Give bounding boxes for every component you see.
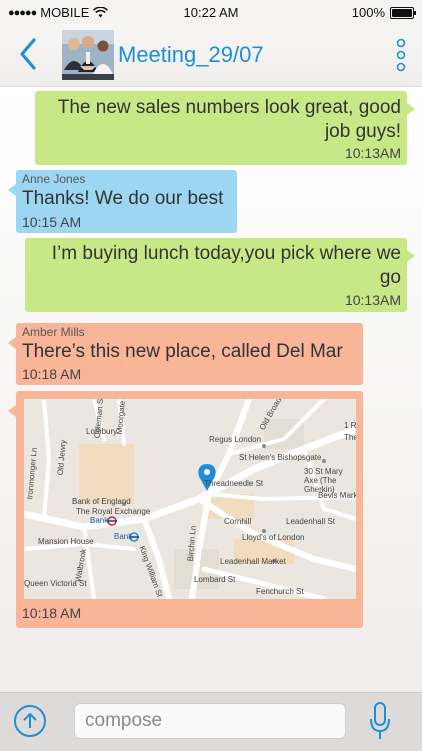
message-time: 10:13AM	[344, 292, 401, 308]
battery-icon	[390, 6, 416, 19]
map-label: Regus London	[209, 435, 262, 444]
message-sender: Amber Mills	[22, 325, 85, 339]
map-label: Leadenhall St	[286, 517, 335, 526]
map-label: The	[344, 433, 356, 442]
status-bar: ●●●●● MOBILE 10:22 AM 100%	[0, 0, 422, 24]
message-outgoing[interactable]: I’m buying lunch today,you pick where we…	[25, 238, 415, 312]
message-time: 10:13AM	[344, 145, 401, 161]
microphone-icon[interactable]	[368, 701, 392, 743]
map-label: Threadneedle St	[204, 479, 264, 488]
vertical-dots-icon[interactable]	[394, 38, 408, 72]
battery-percent: 100%	[351, 5, 385, 20]
map-label: Bank	[114, 532, 133, 541]
message-text: There’s this new place, called Del Mar	[22, 341, 343, 362]
compose-input[interactable]	[74, 703, 346, 739]
map-label: Mansion House	[38, 537, 94, 546]
group-photo-icon	[62, 30, 114, 80]
map-label: Lloyd's of London	[242, 533, 305, 542]
message-text: I’m buying lunch today,you pick where we…	[51, 243, 401, 288]
message-list[interactable]: The new sales numbers look great, good j…	[0, 87, 422, 692]
message-time: 10:18 AM	[22, 366, 82, 382]
location-map[interactable]: Lothbury Bank of England The Royal Excha…	[24, 399, 356, 599]
message-outgoing[interactable]: The new sales numbers look great, good j…	[35, 91, 415, 165]
map-label: Fenchurch St	[256, 587, 304, 596]
message-sender: Anne Jones	[22, 172, 86, 186]
map-label: Bank of England	[72, 497, 131, 506]
message-location[interactable]: Lothbury Bank of England The Royal Excha…	[8, 391, 363, 628]
map-label: St Helen's Bishopsgate	[239, 453, 322, 462]
map-label: The Royal Exchange	[76, 507, 151, 516]
map-label: Cornhill	[224, 517, 252, 526]
chevron-left-icon[interactable]	[14, 36, 44, 72]
map-label: Queen Victoria St	[24, 579, 87, 588]
map-label: Bank	[90, 516, 109, 525]
compose-bar	[0, 692, 422, 751]
map-label: Leadenhall Market	[220, 557, 286, 566]
map-label: Bevis Marks	[318, 491, 356, 500]
message-incoming[interactable]: Anne Jones Thanks! We do our best 10:15 …	[8, 170, 237, 233]
message-text: Thanks! We do our best	[22, 188, 224, 209]
message-text: The new sales numbers look great, good j…	[57, 97, 401, 142]
conversation-title[interactable]: Meeting_29/07	[118, 42, 264, 68]
arrow-up-glyph	[23, 712, 37, 728]
map-label: 30 St Mary Axe (The Gherkin)	[304, 467, 343, 494]
map-label: 1 Ri	[344, 421, 356, 430]
group-avatar[interactable]	[62, 30, 114, 80]
battery-area: 100%	[351, 5, 416, 20]
message-time: 10:18 AM	[22, 605, 82, 621]
chat-header: Meeting_29/07	[0, 24, 422, 87]
message-time: 10:15 AM	[22, 214, 82, 230]
message-incoming[interactable]: Amber Mills There’s this new place, call…	[8, 323, 363, 385]
arrow-up-icon[interactable]	[14, 705, 46, 737]
map-label: Lombard St	[194, 575, 236, 584]
